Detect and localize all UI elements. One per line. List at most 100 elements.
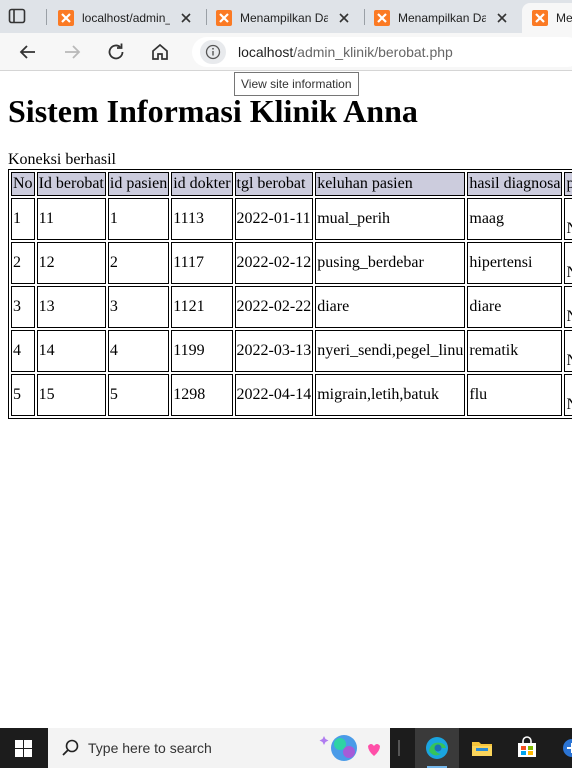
header-id-dokter: id dokter xyxy=(171,172,233,196)
address-bar[interactable]: localhost/admin_klinik/berobat.php xyxy=(192,37,572,67)
cell-hasil-diagnosa: hipertensi xyxy=(467,242,563,284)
cell-hasil-diagnosa: flu xyxy=(467,374,563,416)
header-id-pasien: id pasien xyxy=(107,172,170,196)
cell-id-pasien: 2 xyxy=(107,242,170,284)
cell-id-dokter: 1117 xyxy=(171,242,233,284)
cell-tgl-berobat: 2022-01-11 xyxy=(234,198,314,240)
cell-id-berobat: 14 xyxy=(36,330,106,372)
table-body: 111111132022-01-11mual_perihmaagN2122111… xyxy=(11,198,572,416)
table-row: 4 14 4 1199 2022-03-13 nyeri_sendi,pegel_linu… xyxy=(11,330,572,372)
cell-tgl-berobat: 2022-03-13 xyxy=(234,330,314,372)
cell-hasil-diagnosa: diare xyxy=(467,286,563,328)
tab-4-title: Me xyxy=(556,11,572,25)
cell-tgl-berobat: 2022-02-12 xyxy=(234,242,314,284)
edge-icon xyxy=(426,737,448,759)
header-truncated: p xyxy=(564,172,572,196)
taskbar-edge[interactable] xyxy=(415,728,459,768)
taskbar-app[interactable] xyxy=(550,728,572,768)
cell-no: 1 xyxy=(11,198,35,240)
site-info-button[interactable] xyxy=(200,40,226,64)
cell-no: 4 xyxy=(11,330,35,372)
start-button[interactable] xyxy=(0,728,48,768)
cell-id-berobat: 15 xyxy=(36,374,106,416)
cell-keluhan-pasien: pusing_berdebar xyxy=(315,242,466,284)
tab-3[interactable]: Menampilkan Data xyxy=(364,3,510,33)
tab-1[interactable]: localhost/admin_klinik/berobat.php xyxy=(48,3,194,33)
search-icon xyxy=(62,739,79,756)
tab-4-active[interactable]: Me xyxy=(522,3,572,33)
tab-actions-icon[interactable] xyxy=(8,8,26,24)
url-host: localhost xyxy=(238,44,294,60)
table-row: 313311212022-02-22diarediareN xyxy=(11,286,572,328)
windows-start-icon xyxy=(15,740,32,757)
cell-id-dokter: 1121 xyxy=(171,286,233,328)
table-row: 111111132022-01-11mual_perihmaagN xyxy=(11,198,572,240)
xampp-favicon xyxy=(58,10,74,26)
taskbar-search[interactable]: Type here to search xyxy=(48,728,390,768)
close-icon[interactable] xyxy=(336,10,352,26)
cell-truncated: N xyxy=(564,374,572,416)
cell-truncated: N xyxy=(564,286,572,328)
cell-id-berobat: 11 xyxy=(36,198,106,240)
table-row: 2 12 2 1117 2022-02-12 pusing_berdebar hiperte… xyxy=(11,242,572,284)
cell-no: 5 xyxy=(11,374,35,416)
search-placeholder: Type here to search xyxy=(88,740,212,756)
xampp-favicon xyxy=(374,10,390,26)
cell-id-berobat: 13 xyxy=(36,286,106,328)
header-keluhan-pasien: keluhan pasien xyxy=(315,172,466,196)
xampp-favicon xyxy=(216,10,232,26)
taskbar-divider xyxy=(398,740,400,756)
header-tgl-berobat: tgl berobat xyxy=(234,172,314,196)
tab-3-title: Menampilkan Data xyxy=(398,11,486,25)
store-icon xyxy=(518,736,536,757)
url-text: localhost/admin_klinik/berobat.php xyxy=(238,44,453,60)
cell-hasil-diagnosa: maag xyxy=(467,198,563,240)
page-title: Sistem Informasi Klinik Anna xyxy=(8,93,418,129)
header-no: No xyxy=(11,172,35,196)
taskbar-file-explorer[interactable] xyxy=(460,728,504,768)
cell-id-pasien: 3 xyxy=(107,286,170,328)
info-icon xyxy=(205,44,221,60)
page-content: Sistem Informasi Klinik Anna Koneksi ber… xyxy=(0,71,572,728)
cell-keluhan-pasien: migrain,letih,batuk xyxy=(315,374,466,416)
close-icon[interactable] xyxy=(494,10,510,26)
tab-2[interactable]: Menampilkan Data xyxy=(206,3,352,33)
cell-keluhan-pasien: diare xyxy=(315,286,466,328)
tooltip: View site information xyxy=(234,72,359,96)
home-icon[interactable] xyxy=(148,40,172,64)
cell-id-pasien: 1 xyxy=(107,198,170,240)
cell-truncated: N xyxy=(564,330,572,372)
cell-id-berobat: 12 xyxy=(36,242,106,284)
cell-truncated: N xyxy=(564,242,572,284)
cell-id-pasien: 4 xyxy=(107,330,170,372)
cell-id-dokter: 1199 xyxy=(171,330,233,372)
url-path: /admin_klinik/berobat.php xyxy=(293,44,453,60)
app-icon xyxy=(563,739,572,757)
cell-id-dokter: 1298 xyxy=(171,374,233,416)
forward-icon[interactable] xyxy=(60,40,84,64)
tab-1-title: localhost/admin_klinik/berobat.php xyxy=(82,11,170,25)
cell-no: 3 xyxy=(11,286,35,328)
back-icon[interactable] xyxy=(16,40,40,64)
taskbar-store[interactable] xyxy=(505,728,549,768)
toolbar: localhost/admin_klinik/berobat.php xyxy=(0,33,572,71)
tab-strip: localhost/admin_klinik/berobat.php Menam… xyxy=(0,0,572,33)
cell-keluhan-pasien: mual_perih xyxy=(315,198,466,240)
cell-hasil-diagnosa: rematik xyxy=(467,330,563,372)
close-icon[interactable] xyxy=(178,10,194,26)
search-highlight-icon[interactable] xyxy=(314,732,386,764)
reload-icon[interactable] xyxy=(104,40,128,64)
header-id-berobat: Id berobat xyxy=(36,172,106,196)
table-row: 5 15 5 1298 2022-04-14 migrain,letih,batuk flu… xyxy=(11,374,572,416)
connection-status: Koneksi berhasil xyxy=(8,151,116,168)
cell-id-pasien: 5 xyxy=(107,374,170,416)
cell-truncated: N xyxy=(564,198,572,240)
header-hasil-diagnosa: hasil diagnosa xyxy=(467,172,563,196)
berobat-table: No Id berobat id pasien id dokter tgl be… xyxy=(8,169,572,419)
cell-no: 2 xyxy=(11,242,35,284)
file-explorer-icon xyxy=(472,742,492,756)
cell-id-dokter: 1113 xyxy=(171,198,233,240)
cell-keluhan-pasien: nyeri_sendi,pegel_linu xyxy=(315,330,466,372)
cell-tgl-berobat: 2022-04-14 xyxy=(234,374,314,416)
tab-separator xyxy=(46,9,47,25)
